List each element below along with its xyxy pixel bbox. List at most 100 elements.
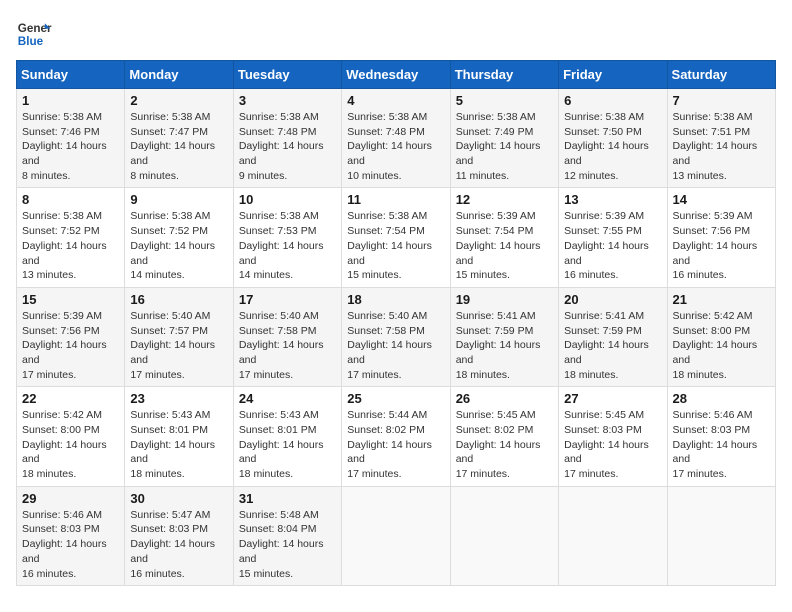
calendar-header-row: SundayMondayTuesdayWednesdayThursdayFrid… [17,61,776,89]
calendar-cell: 15 Sunrise: 5:39 AMSunset: 7:56 PMDayligh… [17,287,125,386]
calendar-cell: 31Sunrise: 5:48 AMSunset: 8:04 PMDayligh… [233,486,341,585]
day-info: Sunrise: 5:44 AMSunset: 8:02 PMDaylight:… [347,408,444,481]
logo-icon: General Blue [16,16,52,52]
calendar-cell: 6 Sunrise: 5:38 AMSunset: 7:50 PMDaylight… [559,89,667,188]
day-number: 18 [347,292,444,307]
day-info: Sunrise: 5:40 AMSunset: 7:57 PMDaylight:… [130,309,227,382]
day-info: Sunrise: 5:43 AMSunset: 8:01 PMDaylight:… [130,408,227,481]
day-info: Sunrise: 5:38 AMSunset: 7:52 PMDaylight:… [130,209,227,282]
calendar-cell: 28 Sunrise: 5:46 AMSunset: 8:03 PMDayligh… [667,387,775,486]
day-number: 19 [456,292,553,307]
calendar-cell: 14 Sunrise: 5:39 AMSunset: 7:56 PMDayligh… [667,188,775,287]
weekday-header: Sunday [17,61,125,89]
header: General Blue [16,16,776,52]
day-number: 24 [239,391,336,406]
day-info: Sunrise: 5:41 AMSunset: 7:59 PMDaylight:… [564,309,661,382]
calendar-cell: 3 Sunrise: 5:38 AMSunset: 7:48 PMDaylight… [233,89,341,188]
day-number: 12 [456,192,553,207]
day-number: 28 [673,391,770,406]
weekday-header: Wednesday [342,61,450,89]
weekday-header: Saturday [667,61,775,89]
calendar-cell: 18Sunrise: 5:40 AMSunset: 7:58 PMDayligh… [342,287,450,386]
day-number: 15 [22,292,119,307]
calendar-cell: 5 Sunrise: 5:38 AMSunset: 7:49 PMDaylight… [450,89,558,188]
day-info: Sunrise: 5:42 AMSunset: 8:00 PMDaylight:… [22,408,119,481]
day-number: 14 [673,192,770,207]
calendar-week-row: 22 Sunrise: 5:42 AMSunset: 8:00 PMDayligh… [17,387,776,486]
day-info: Sunrise: 5:40 AMSunset: 7:58 PMDaylight:… [239,309,336,382]
day-number: 27 [564,391,661,406]
day-info: Sunrise: 5:39 AMSunset: 7:54 PMDaylight:… [456,209,553,282]
calendar-cell: 25 Sunrise: 5:44 AMSunset: 8:02 PMDayligh… [342,387,450,486]
calendar-cell [342,486,450,585]
day-info: Sunrise: 5:38 AMSunset: 7:52 PMDaylight:… [22,209,119,282]
calendar-cell: 1 Sunrise: 5:38 AMSunset: 7:46 PMDaylight… [17,89,125,188]
day-number: 2 [130,93,227,108]
day-info: Sunrise: 5:38 AMSunset: 7:48 PMDaylight:… [239,110,336,183]
day-number: 5 [456,93,553,108]
weekday-header: Thursday [450,61,558,89]
calendar-cell: 27 Sunrise: 5:45 AMSunset: 8:03 PMDayligh… [559,387,667,486]
calendar-cell: 24 Sunrise: 5:43 AMSunset: 8:01 PMDayligh… [233,387,341,486]
day-number: 20 [564,292,661,307]
weekday-header: Tuesday [233,61,341,89]
day-info: Sunrise: 5:41 AMSunset: 7:59 PMDaylight:… [456,309,553,382]
day-number: 25 [347,391,444,406]
calendar-cell: 9Sunrise: 5:38 AMSunset: 7:52 PMDaylight… [125,188,233,287]
day-info: Sunrise: 5:42 AMSunset: 8:00 PMDaylight:… [673,309,770,382]
day-info: Sunrise: 5:39 AMSunset: 7:56 PMDaylight:… [22,309,119,382]
calendar-cell [559,486,667,585]
calendar-week-row: 8 Sunrise: 5:38 AMSunset: 7:52 PMDaylight… [17,188,776,287]
calendar-week-row: 1 Sunrise: 5:38 AMSunset: 7:46 PMDaylight… [17,89,776,188]
day-number: 6 [564,93,661,108]
calendar-cell [450,486,558,585]
logo: General Blue [16,16,56,52]
calendar-cell: 29Sunrise: 5:46 AMSunset: 8:03 PMDayligh… [17,486,125,585]
day-info: Sunrise: 5:38 AMSunset: 7:51 PMDaylight:… [673,110,770,183]
day-info: Sunrise: 5:38 AMSunset: 7:48 PMDaylight:… [347,110,444,183]
day-number: 16 [130,292,227,307]
day-info: Sunrise: 5:39 AMSunset: 7:56 PMDaylight:… [673,209,770,282]
calendar-cell [667,486,775,585]
calendar-cell: 21 Sunrise: 5:42 AMSunset: 8:00 PMDayligh… [667,287,775,386]
calendar-cell: 8 Sunrise: 5:38 AMSunset: 7:52 PMDaylight… [17,188,125,287]
weekday-header: Friday [559,61,667,89]
day-info: Sunrise: 5:38 AMSunset: 7:49 PMDaylight:… [456,110,553,183]
calendar-cell: 19 Sunrise: 5:41 AMSunset: 7:59 PMDayligh… [450,287,558,386]
day-number: 30 [130,491,227,506]
day-info: Sunrise: 5:45 AMSunset: 8:03 PMDaylight:… [564,408,661,481]
day-info: Sunrise: 5:43 AMSunset: 8:01 PMDaylight:… [239,408,336,481]
day-number: 8 [22,192,119,207]
calendar-cell: 30 Sunrise: 5:47 AMSunset: 8:03 PMDayligh… [125,486,233,585]
day-number: 1 [22,93,119,108]
day-info: Sunrise: 5:38 AMSunset: 7:50 PMDaylight:… [564,110,661,183]
day-info: Sunrise: 5:47 AMSunset: 8:03 PMDaylight:… [130,508,227,581]
day-number: 10 [239,192,336,207]
day-number: 29 [22,491,119,506]
day-number: 22 [22,391,119,406]
day-info: Sunrise: 5:38 AMSunset: 7:46 PMDaylight:… [22,110,119,183]
day-info: Sunrise: 5:38 AMSunset: 7:53 PMDaylight:… [239,209,336,282]
calendar-cell: 16 Sunrise: 5:40 AMSunset: 7:57 PMDayligh… [125,287,233,386]
day-number: 11 [347,192,444,207]
day-number: 21 [673,292,770,307]
calendar-cell: 10 Sunrise: 5:38 AMSunset: 7:53 PMDayligh… [233,188,341,287]
calendar-table: SundayMondayTuesdayWednesdayThursdayFrid… [16,60,776,586]
calendar-cell: 20 Sunrise: 5:41 AMSunset: 7:59 PMDayligh… [559,287,667,386]
svg-text:Blue: Blue [18,35,44,48]
day-number: 7 [673,93,770,108]
day-info: Sunrise: 5:39 AMSunset: 7:55 PMDaylight:… [564,209,661,282]
day-number: 3 [239,93,336,108]
calendar-week-row: 15 Sunrise: 5:39 AMSunset: 7:56 PMDayligh… [17,287,776,386]
calendar-cell: 7 Sunrise: 5:38 AMSunset: 7:51 PMDaylight… [667,89,775,188]
calendar-cell: 13 Sunrise: 5:39 AMSunset: 7:55 PMDayligh… [559,188,667,287]
day-info: Sunrise: 5:45 AMSunset: 8:02 PMDaylight:… [456,408,553,481]
day-number: 17 [239,292,336,307]
day-number: 26 [456,391,553,406]
calendar-week-row: 29Sunrise: 5:46 AMSunset: 8:03 PMDayligh… [17,486,776,585]
day-number: 13 [564,192,661,207]
day-info: Sunrise: 5:46 AMSunset: 8:03 PMDaylight:… [673,408,770,481]
calendar-cell: 23 Sunrise: 5:43 AMSunset: 8:01 PMDayligh… [125,387,233,486]
day-number: 23 [130,391,227,406]
calendar-cell: 2Sunrise: 5:38 AMSunset: 7:47 PMDaylight… [125,89,233,188]
